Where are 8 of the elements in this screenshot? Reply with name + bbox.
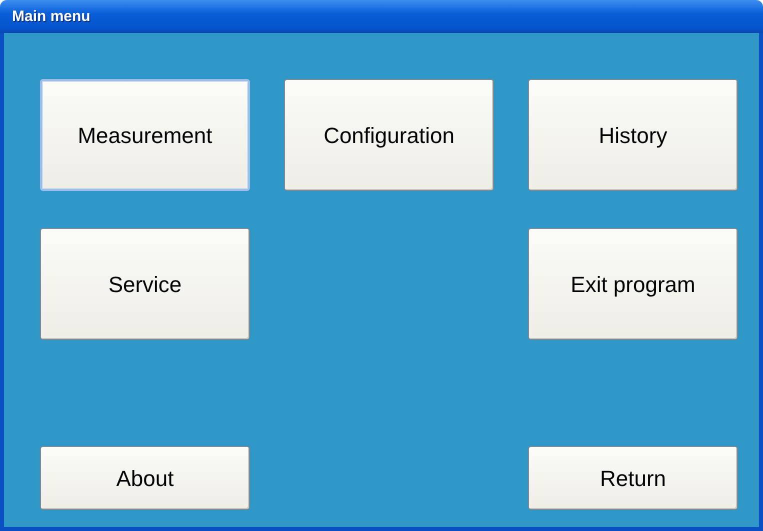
window-title: Main menu [12,8,90,25]
menu-button[interactable]: Exit program [528,228,738,340]
menu-button[interactable]: Service [40,228,250,340]
menu-button[interactable]: Configuration [284,79,494,191]
menu-button[interactable]: Return [528,446,738,510]
menu-button[interactable]: About [40,446,250,510]
menu-button[interactable]: History [528,79,738,191]
menu-button[interactable]: Measurement [40,79,250,191]
